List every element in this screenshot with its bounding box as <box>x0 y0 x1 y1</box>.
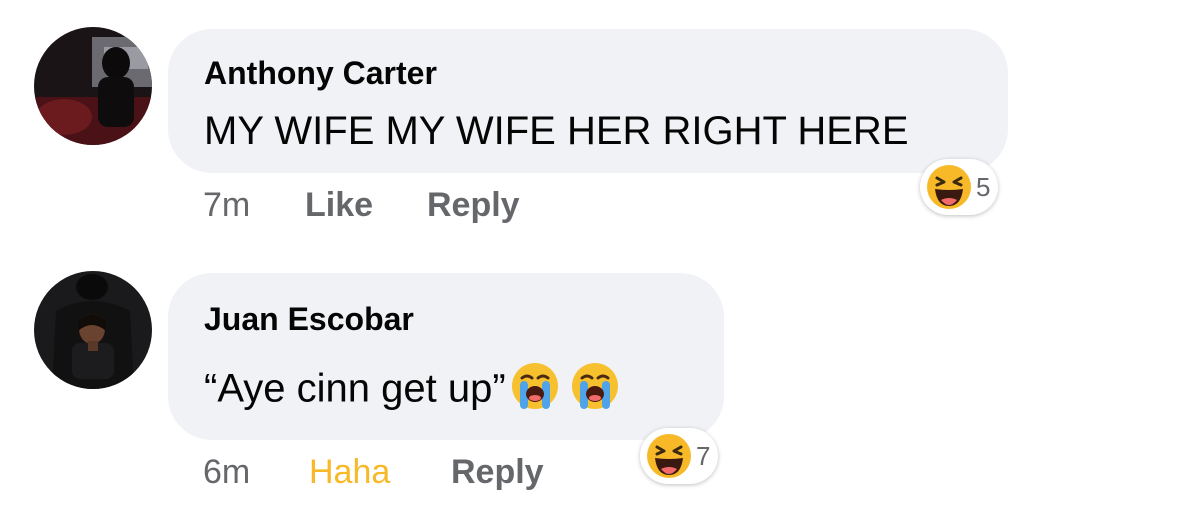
reaction-summary[interactable]: 5 <box>920 159 999 215</box>
loudly-crying-face-icon <box>510 361 560 421</box>
comment-timestamp[interactable]: 7m <box>203 186 250 225</box>
like-button[interactable]: Like <box>305 186 373 225</box>
loudly-crying-face-icon <box>570 361 620 421</box>
reaction-count: 5 <box>976 171 991 202</box>
reaction-summary[interactable]: 7 <box>640 428 719 484</box>
comment-timestamp[interactable]: 6m <box>203 453 250 492</box>
comment-text-line: “Aye cinn get up” <box>204 361 620 421</box>
comment-text: “Aye cinn get up” <box>204 366 506 411</box>
comment-bubble: Juan Escobar “Aye cinn get up” <box>168 273 724 440</box>
reply-button[interactable]: Reply <box>451 453 544 492</box>
reply-button[interactable]: Reply <box>427 186 520 225</box>
comment-author[interactable]: Juan Escobar <box>204 301 414 338</box>
haha-icon <box>647 434 691 478</box>
avatar[interactable] <box>34 27 152 145</box>
comment-bubble: Anthony Carter MY WIFE MY WIFE HER RIGHT… <box>168 29 1008 173</box>
haha-reaction-button[interactable]: Haha <box>309 453 390 492</box>
comment-text: MY WIFE MY WIFE HER RIGHT HERE <box>204 109 909 153</box>
comment-author[interactable]: Anthony Carter <box>204 55 437 92</box>
haha-icon <box>927 165 971 209</box>
avatar[interactable] <box>34 271 152 389</box>
reaction-count: 7 <box>696 440 711 471</box>
